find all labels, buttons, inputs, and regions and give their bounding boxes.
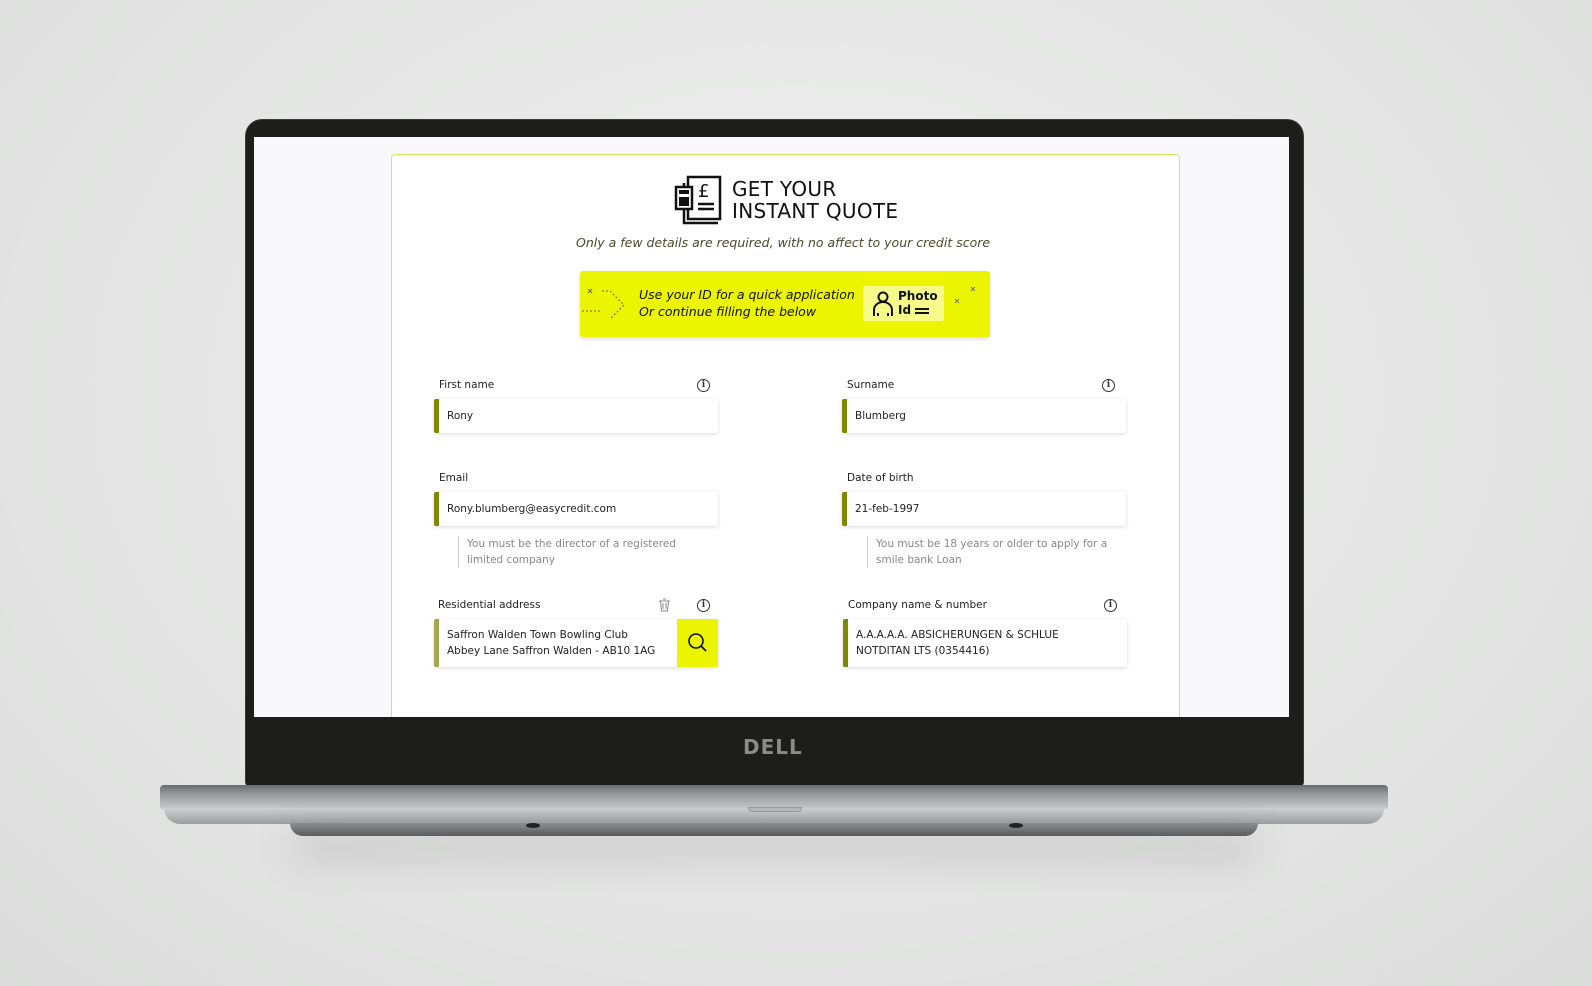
dob-label: Date of birth — [847, 472, 914, 484]
laptop-foot — [526, 823, 540, 828]
address-label: Residential address — [438, 599, 541, 611]
photo-id-banner[interactable]: Use your ID for a quick application Or c… — [580, 271, 990, 337]
lines-icon — [915, 307, 930, 314]
address-field[interactable]: Saffron Walden Town Bowling Club Abbey L… — [434, 619, 718, 667]
company-label: Company name & number — [848, 599, 987, 611]
address-info-icon[interactable]: i — [697, 599, 710, 612]
company-line-2: NOTDITAN LTS (0354416) — [856, 645, 990, 657]
page-subtitle: Only a few details are required, with no… — [576, 235, 991, 250]
surname-info-icon[interactable]: i — [1102, 379, 1115, 392]
address-line-1: Saffron Walden Town Bowling Club — [447, 629, 628, 641]
laptop-base-bottom — [290, 823, 1258, 836]
trash-icon[interactable] — [658, 598, 671, 612]
email-hint: You must be the director of a registered… — [458, 536, 713, 568]
laptop-notch — [748, 807, 802, 812]
laptop-screen: £ GET YOUR INSTANT QUOTE Only a few deta… — [254, 137, 1289, 717]
surname-label: Surname — [847, 379, 895, 391]
address-line-2: Abbey Lane Saffron Walden - AB10 1AG — [447, 645, 656, 657]
quote-form-card: £ GET YOUR INSTANT QUOTE Only a few deta… — [391, 154, 1180, 717]
address-search-button[interactable] — [677, 619, 718, 667]
first-name-info-icon[interactable]: i — [697, 379, 710, 392]
banner-line-1: Use your ID for a quick application — [639, 287, 855, 302]
calculator-document-icon: £ — [674, 175, 722, 225]
id-label: Id — [898, 303, 912, 317]
dob-hint: You must be 18 years or older to apply f… — [867, 536, 1122, 568]
banner-line-2: Or continue filling the below — [639, 304, 817, 319]
surname-input[interactable] — [842, 399, 1126, 433]
title-line-2: INSTANT QUOTE — [732, 199, 899, 223]
dob-input[interactable] — [842, 492, 1126, 526]
banner-text: Use your ID for a quick application Or c… — [639, 286, 855, 320]
first-name-label: First name — [439, 379, 495, 391]
company-line-1: A.A.A.A.A. ABSICHERUNGEN & SCHLUE — [856, 629, 1059, 641]
svg-text:£: £ — [698, 181, 709, 202]
laptop-base — [160, 785, 1388, 809]
photo-id-button[interactable]: Photo Id — [863, 286, 944, 321]
company-info-icon[interactable]: i — [1104, 599, 1117, 612]
page-title: GET YOUR INSTANT QUOTE — [732, 178, 898, 222]
title-line-1: GET YOUR — [732, 177, 837, 201]
email-label: Email — [439, 472, 469, 484]
company-field[interactable]: A.A.A.A.A. ABSICHERUNGEN & SCHLUE NOTDIT… — [843, 619, 1127, 667]
search-icon — [688, 633, 707, 652]
email-input[interactable] — [434, 492, 718, 526]
dell-logo: DELL — [743, 735, 803, 759]
photo-label: Photo — [898, 289, 938, 303]
dotted-arrow-icon — [582, 288, 625, 319]
person-icon — [873, 291, 893, 316]
laptop-foot — [1009, 823, 1023, 828]
first-name-input[interactable] — [434, 399, 718, 433]
sparkle-icon — [954, 286, 976, 304]
